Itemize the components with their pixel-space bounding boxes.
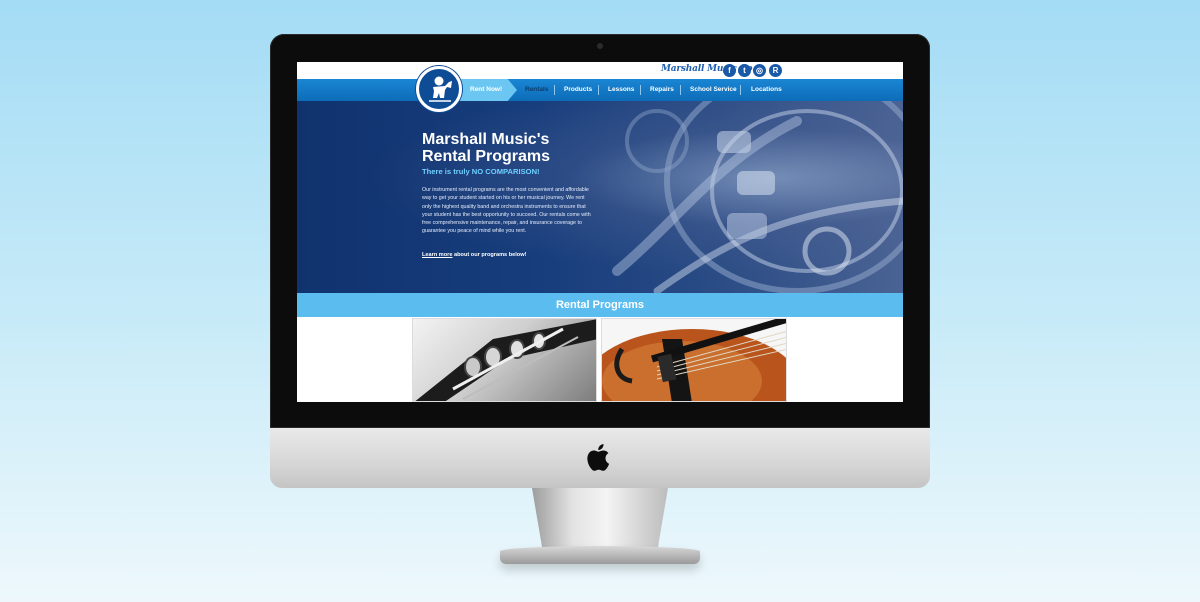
nav-item-lessons[interactable]: Lessons [608, 79, 634, 101]
hero-body-text: Our instrument rental programs are the m… [422, 187, 591, 235]
rent-now-button[interactable]: Rent Now! [459, 79, 517, 101]
hero-title: Marshall Music's Rental Programs [422, 131, 612, 165]
instagram-icon[interactable]: ◎ [753, 64, 766, 77]
hero-subtitle: There is truly NO COMPARISON! [422, 167, 540, 176]
imac-stand [532, 488, 668, 552]
nav-item-locations[interactable]: Locations [751, 79, 782, 101]
violin-image [602, 319, 786, 401]
nav-divider [598, 85, 599, 95]
nav-item-school-service[interactable]: School Service [690, 79, 737, 101]
nav-divider [640, 85, 641, 95]
imac-foot [500, 546, 700, 564]
nav-item-rentals[interactable]: Rentals [525, 79, 548, 101]
hero-title-line2: Rental Programs [422, 148, 551, 165]
learn-more-link[interactable]: Learn more [422, 252, 452, 258]
camera-icon [597, 43, 603, 49]
nav-divider [554, 85, 555, 95]
hero-title-line1: Marshall Music's [422, 131, 550, 148]
nav-item-products[interactable]: Products [564, 79, 592, 101]
trumpeter-logo-icon [429, 76, 452, 102]
french-horn-image [612, 101, 903, 293]
clarinet-image [415, 319, 596, 401]
hero-banner: Marshall Music's Rental Programs There i… [297, 101, 903, 293]
reverb-icon[interactable]: R [769, 64, 782, 77]
clarinet-program-card[interactable] [412, 318, 597, 402]
hero-learn-more: Learn more about our programs below! [422, 252, 526, 258]
website-screen: Marshall Music Co. f t ◎ R Rent Now! Ren… [297, 62, 903, 402]
section-title-band: Rental Programs [297, 293, 903, 317]
facebook-icon[interactable]: f [723, 64, 736, 77]
nav-divider [740, 85, 741, 95]
main-nav: Rent Now! Rentals Products Lessons Repai… [297, 79, 903, 101]
nav-divider [680, 85, 681, 95]
learn-more-rest: about our programs below! [452, 252, 527, 258]
twitter-icon[interactable]: t [738, 64, 751, 77]
marshall-music-logo[interactable] [416, 66, 462, 112]
violin-program-card[interactable] [601, 318, 787, 402]
top-utility-bar: Marshall Music Co. f t ◎ R [297, 62, 903, 79]
nav-item-repairs[interactable]: Repairs [650, 79, 674, 101]
apple-logo-icon [587, 444, 610, 471]
